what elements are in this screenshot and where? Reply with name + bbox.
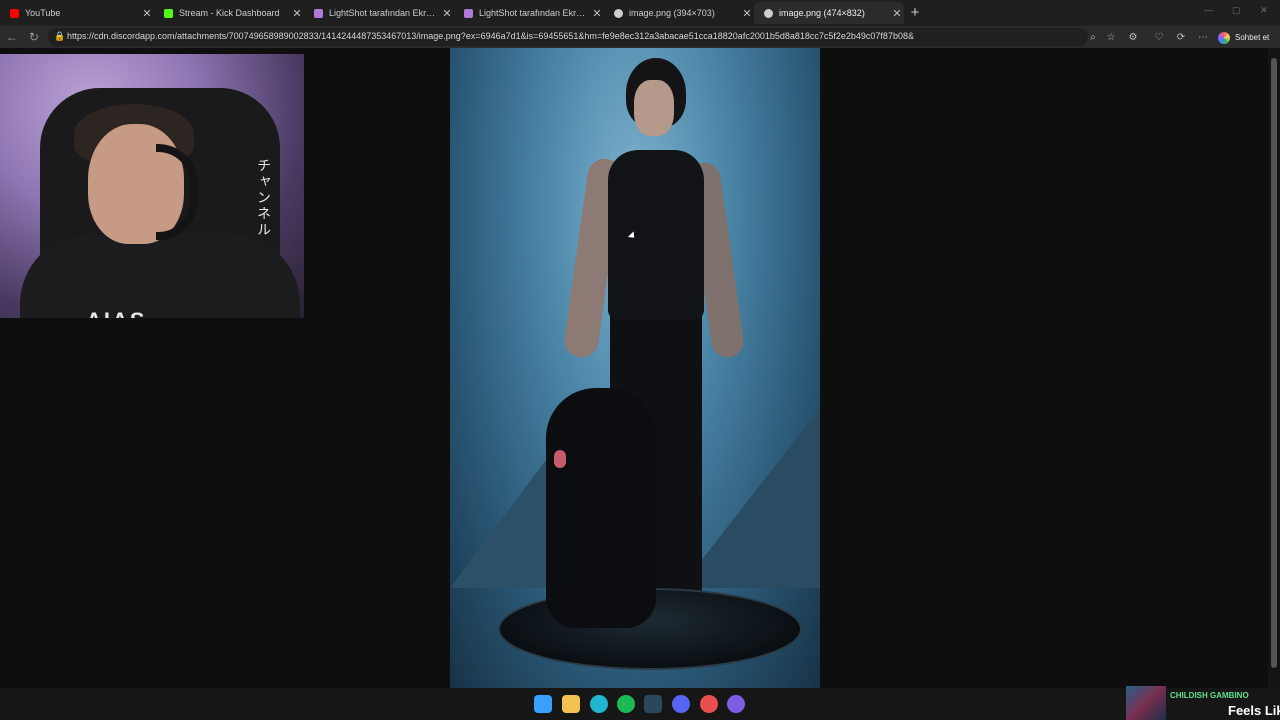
lightshot-favicon-icon: [464, 8, 473, 18]
globe-favicon-icon: [614, 8, 623, 18]
tab-title: YouTube: [25, 8, 61, 18]
close-tab-icon[interactable]: ✕: [740, 7, 754, 20]
now-playing-artist: CHILDISH GAMBINO: [1170, 691, 1249, 700]
tab-title: LightShot tarafından Ekran Görün: [479, 8, 590, 18]
tab-kick-dashboard[interactable]: Stream - Kick Dashboard ✕: [154, 2, 304, 24]
hoodie: AIAS: [20, 234, 300, 318]
spotify-icon[interactable]: [617, 695, 635, 713]
obs-icon[interactable]: [727, 695, 745, 713]
minimize-icon[interactable]: —: [1204, 5, 1213, 15]
webcam-overlay: チャンネル AIAS: [0, 54, 304, 318]
url-text[interactable]: https://cdn.discordapp.com/attachments/7…: [67, 31, 1077, 41]
reload-icon[interactable]: ↻: [26, 29, 42, 45]
tab-lightshot-1[interactable]: LightShot tarafından Ekran Görün ✕: [304, 2, 454, 24]
performance-icon[interactable]: ⟳: [1174, 31, 1188, 45]
scrollbar-thumb[interactable]: [1271, 58, 1277, 668]
displayed-image: [450, 48, 820, 688]
address-bar[interactable]: 🔒 https://cdn.discordapp.com/attachments…: [48, 28, 1088, 46]
tab-title: LightShot tarafından Ekran Görün: [329, 8, 440, 18]
character-face: [634, 80, 674, 136]
app-icon[interactable]: [700, 695, 718, 713]
close-window-icon[interactable]: ✕: [1260, 5, 1268, 16]
black-dog: [546, 388, 656, 628]
close-tab-icon[interactable]: ✕: [440, 7, 454, 20]
steam-icon[interactable]: [644, 695, 662, 713]
close-tab-icon[interactable]: ✕: [890, 7, 904, 20]
site-info-icon[interactable]: 🔒: [54, 31, 65, 42]
zoom-icon[interactable]: ⌕: [1086, 31, 1100, 45]
copilot-label: Sohbet et: [1235, 33, 1270, 42]
taskbar: [0, 688, 1280, 720]
favorite-star-icon[interactable]: ☆: [1104, 31, 1118, 45]
tab-title: image.png (474×832): [779, 8, 865, 18]
copilot-icon: [1218, 31, 1230, 44]
character-torso: [608, 150, 704, 320]
now-playing-widget[interactable]: CHILDISH GAMBINO Feels Lik: [1126, 686, 1280, 720]
tab-strip: YouTube ✕ Stream - Kick Dashboard ✕ Ligh…: [0, 0, 1280, 26]
browser-essentials-icon[interactable]: ♡: [1152, 31, 1166, 45]
hoodie-text: AIAS: [86, 308, 147, 318]
chair-text: チャンネル: [256, 158, 272, 238]
tab-title: Stream - Kick Dashboard: [179, 8, 280, 18]
new-tab-button[interactable]: +: [906, 4, 924, 22]
copilot-button[interactable]: Sohbet et: [1218, 29, 1269, 46]
close-tab-icon[interactable]: ✕: [590, 7, 604, 20]
discord-icon[interactable]: [672, 695, 690, 713]
windows-start-icon[interactable]: [534, 695, 552, 713]
globe-favicon-icon: [764, 8, 773, 18]
dog-tongue: [554, 450, 566, 468]
tab-lightshot-2[interactable]: LightShot tarafından Ekran Görün ✕: [454, 2, 604, 24]
edge-browser-icon[interactable]: [590, 695, 608, 713]
kick-favicon-icon: [164, 8, 173, 18]
vertical-scrollbar[interactable]: [1268, 48, 1280, 688]
tab-title: image.png (394×703): [629, 8, 715, 18]
extensions-icon[interactable]: ⚙: [1126, 31, 1140, 45]
tab-image-474-active[interactable]: image.png (474×832) ✕: [754, 2, 904, 24]
back-icon[interactable]: ←: [4, 29, 20, 45]
lightshot-favicon-icon: [314, 8, 323, 18]
close-tab-icon[interactable]: ✕: [290, 7, 304, 20]
tab-image-394[interactable]: image.png (394×703) ✕: [604, 2, 754, 24]
file-explorer-icon[interactable]: [562, 695, 580, 713]
tab-youtube[interactable]: YouTube ✕: [0, 2, 154, 24]
more-menu-icon[interactable]: ⋯: [1196, 31, 1210, 45]
album-art: [1126, 686, 1166, 720]
now-playing-song: Feels Lik: [1228, 703, 1280, 718]
maximize-icon[interactable]: ▢: [1232, 5, 1241, 16]
youtube-favicon-icon: [10, 8, 19, 18]
close-tab-icon[interactable]: ✕: [140, 7, 154, 20]
